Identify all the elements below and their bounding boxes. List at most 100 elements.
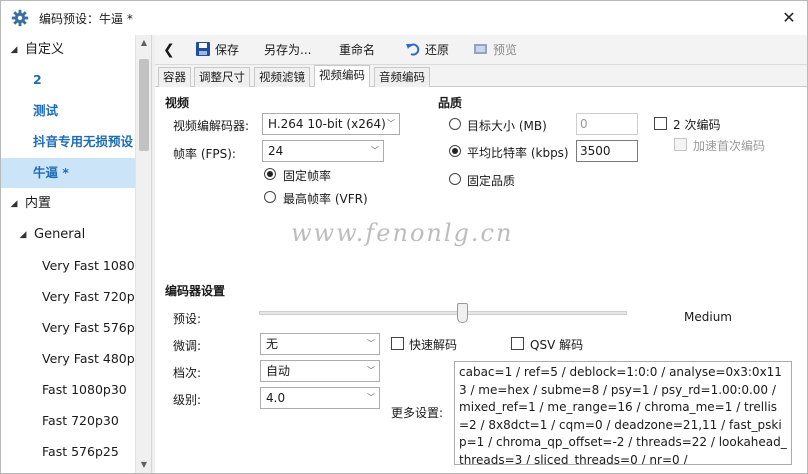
tree-group-label: 内置 [25,196,52,211]
restore-label: 还原 [425,43,450,57]
encoder-settings-title: 编码器设置 [165,284,226,298]
chevron-down-icon: ﹀ [371,146,379,155]
expand-arrow-icon[interactable]: ◢ [8,189,20,219]
constant-fps-radio[interactable] [264,168,276,180]
profile-select[interactable]: 自动 ﹀ [260,360,380,382]
avg-bitrate-radio[interactable] [449,145,461,157]
tree-item-label: Very Fast 720p30 [42,289,135,304]
avg-bitrate-label[interactable]: 平均比特率 (kbps) [467,144,569,161]
tune-value: 无 [266,337,279,351]
constant-quality-radio[interactable] [449,173,461,185]
tree-item-builtin-preset[interactable]: Very Fast 480p30 [1,344,135,374]
tune-select[interactable]: 无 ﹀ [260,333,380,355]
expand-arrow-icon[interactable]: ◢ [8,35,20,65]
preset-slider-thumb[interactable] [457,303,468,323]
preset-slider-track[interactable] [259,311,627,315]
save-icon [195,38,211,56]
profile-label: 档次: [173,366,202,380]
tab-strip: 容器 调整尺寸 视频滤镜 视频编码 音频编码 [155,65,807,88]
tab-dimensions[interactable]: 调整尺寸 [194,67,250,87]
constant-quality-label[interactable]: 固定品质 [467,172,515,189]
fast-decode-label[interactable]: 快速解码 [409,336,457,353]
level-value: 4.0 [266,391,286,405]
quality-section-title: 品质 [438,96,463,110]
site-watermark: www.fenonlg.cn [291,219,514,247]
chevron-down-icon: ﹀ [367,366,375,375]
avg-bitrate-value: 3500 [580,144,611,158]
target-size-radio[interactable] [449,118,461,130]
tree-item-preset[interactable]: 2 [1,65,135,95]
tree-subgroup-general[interactable]: ◢ General [1,220,135,250]
level-label: 级别: [173,393,202,407]
scroll-up-arrow-icon[interactable]: ▲ [136,35,152,51]
preview-icon [473,38,489,54]
preset-tree: ◢ 自定义 2 测试 抖音专用无损预设 牛逼 * ◢ 内置 ◢ General … [1,35,135,473]
tab-audio-encoding[interactable]: 音频编码 [374,67,430,87]
qsv-decode-checkbox[interactable] [511,337,524,350]
save-as-button[interactable]: 另存为... [264,35,311,65]
title-bar: 编码预设：牛逼 * ✕ [1,1,807,35]
avg-bitrate-input[interactable]: 3500 [576,140,638,162]
preview-button[interactable]: 预览 [473,35,517,65]
two-pass-checkbox[interactable] [654,117,667,130]
video-encoding-panel: 视频 视频编解码器: H.264 10-bit (x264) ﹀ 帧率 (FPS… [155,87,807,473]
tree-group-builtin[interactable]: ◢ 内置 [1,189,135,219]
tree-group-label: General [34,227,86,242]
tree-group-custom[interactable]: ◢ 自定义 [1,35,135,65]
save-button[interactable]: 保存 [195,35,239,65]
tree-item-builtin-preset[interactable]: Very Fast 576p25 [1,313,135,343]
peak-fps-radio[interactable] [264,191,276,203]
tab-container[interactable]: 容器 [158,67,191,87]
scroll-thumb[interactable] [139,59,149,151]
two-pass-label[interactable]: 2 次编码 [673,116,720,133]
restore-button[interactable]: 还原 [405,35,449,65]
tree-item-builtin-preset[interactable]: Fast 720p30 [1,406,135,436]
save-label: 保存 [215,43,240,57]
close-button[interactable]: ✕ [777,6,801,30]
sidebar-scrollbar[interactable]: ▲ ▼ [135,35,151,473]
turbo-first-pass-label[interactable]: 加速首次编码 [693,137,765,154]
target-size-input[interactable]: 0 [576,113,638,135]
level-select[interactable]: 4.0 ﹀ [260,387,380,409]
target-size-label[interactable]: 目标大小 (MB) [467,117,547,134]
expand-arrow-icon[interactable]: ◢ [17,220,29,250]
tree-item-label: Very Fast 1080p30 [42,258,135,273]
tree-item-label: 测试 [33,103,59,118]
tree-item-label: Very Fast 480p30 [42,351,135,366]
rename-button[interactable]: 重命名 [339,35,375,65]
tree-item-label: Fast 576p25 [42,444,119,459]
tree-item-builtin-preset[interactable]: Very Fast 1080p30 [1,251,135,281]
window-title: 编码预设：牛逼 * [39,12,133,26]
preset-window: 编码预设：牛逼 * ✕ ◢ 自定义 2 测试 抖音专用无损预设 牛逼 * ◢ 内… [0,0,808,474]
back-button[interactable]: ❮ [163,35,175,65]
tab-video-encoding[interactable]: 视频编码 [314,65,370,88]
profile-value: 自动 [266,364,291,378]
scroll-down-arrow-icon[interactable]: ▼ [136,457,152,473]
tree-item-label: Fast 720p30 [42,413,119,428]
video-encoder-select[interactable]: H.264 10-bit (x264) ﹀ [262,113,400,135]
tree-item-selected-preset[interactable]: 牛逼 * [1,158,135,188]
video-encoder-label: 视频编解码器: [173,119,250,133]
tab-video-filters[interactable]: 视频滤镜 [254,67,310,87]
tree-item-label: 牛逼 * [33,165,69,180]
peak-fps-label[interactable]: 最高帧率 (VFR) [283,190,368,207]
tree-item-builtin-preset[interactable]: Very Fast 720p30 [1,282,135,312]
gear-icon [11,9,29,27]
fast-decode-checkbox[interactable] [391,337,404,350]
more-settings-textarea[interactable]: cabac=1 / ref=5 / deblock=1:0:0 / analys… [454,361,792,465]
tree-item-builtin-preset[interactable]: Fast 576p25 [1,437,135,467]
fps-select[interactable]: 24 ﹀ [262,140,384,162]
preview-label: 预览 [493,43,518,57]
fps-value: 24 [268,144,284,158]
more-settings-label: 更多设置: [391,406,444,420]
tree-item-builtin-preset[interactable]: Fast 1080p30 [1,375,135,405]
tree-item-preset[interactable]: 测试 [1,96,135,126]
tree-group-label: 自定义 [25,42,65,57]
video-section-title: 视频 [165,96,190,110]
tree-item-preset[interactable]: 抖音专用无损预设 [1,127,135,157]
constant-fps-label[interactable]: 固定帧率 [283,167,331,184]
turbo-first-pass-checkbox[interactable] [674,138,687,151]
toolbar: ❮ 保存 另存为... 重命名 还原 预览 [155,35,807,65]
qsv-decode-label[interactable]: QSV 解码 [530,336,583,353]
fps-label: 帧率 (FPS): [173,147,236,161]
